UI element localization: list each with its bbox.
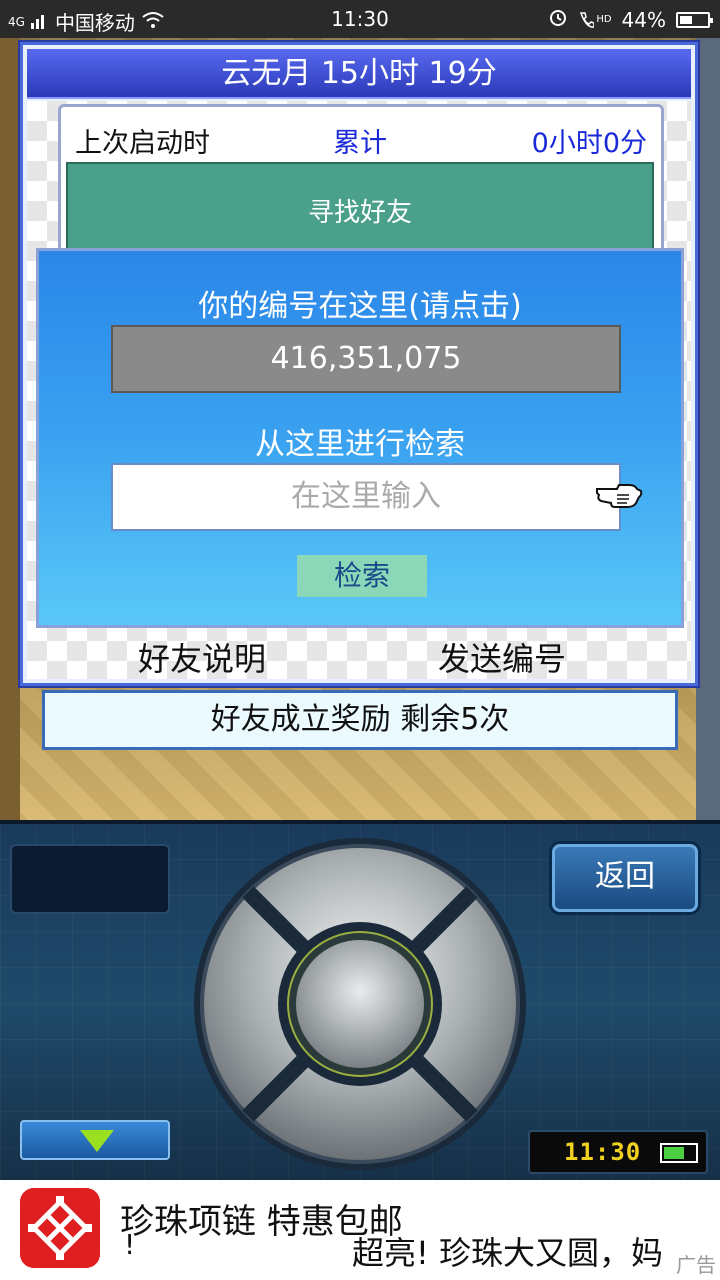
last-start-label: 上次启动时 (75, 128, 210, 159)
call-hd-icon: HD (578, 11, 612, 29)
alarm-icon (548, 7, 568, 32)
back-button[interactable]: 返回 (552, 844, 698, 912)
friend-id-input[interactable]: 在这里输入 (111, 463, 621, 531)
ad-banner[interactable]: 珍珠项链 特惠包邮 ! 超亮! 珍珠大又圆，妈 广告 (0, 1180, 720, 1280)
ad-label: 广告 (676, 1253, 716, 1277)
battery-percent: 44% (621, 7, 666, 32)
game-battery-icon (660, 1143, 698, 1163)
scene-right-edge (696, 38, 720, 820)
volte-label: HD (596, 14, 612, 25)
pointing-hand-icon (595, 477, 643, 511)
info-row: 上次启动时 累计 0小时0分 (75, 121, 647, 159)
control-panel: 返回 11:30 (0, 820, 720, 1180)
game-clock: 11:30 (528, 1130, 708, 1174)
total-value: 0小时0分 (531, 128, 647, 159)
my-id-button[interactable]: 416,351,075 (111, 325, 621, 393)
ad-subline: 超亮! 珍珠大又圆，妈 (352, 1234, 664, 1272)
friend-reward-bar: 好友成立奖励 剩余5次 (42, 690, 678, 750)
status-time: 11:30 (331, 7, 389, 31)
search-title: 从这里进行检索 (255, 427, 465, 462)
ad-headline-end: ! (124, 1228, 136, 1261)
scroll-down-button[interactable] (20, 1120, 170, 1160)
battery-icon (676, 11, 713, 28)
id-panel: 你的编号在这里(请点击) 416,351,075 从这里进行检索 在这里输入 检… (36, 248, 684, 628)
find-friend-button[interactable]: 寻找好友 (66, 162, 654, 256)
dialog-links: 好友说明 发送编号 (20, 632, 698, 682)
id-panel-title: 你的编号在这里(请点击) (198, 289, 522, 324)
arrow-down-icon (80, 1130, 114, 1152)
status-bar: 4G 中国移动 11:30 HD 44% (0, 0, 720, 38)
search-button[interactable]: 检索 (297, 555, 427, 597)
info-screen (10, 844, 170, 914)
app-logo-icon (20, 1188, 100, 1268)
dialog-title: 云无月 15小时 19分 (27, 49, 691, 99)
scene-left-edge (0, 38, 20, 820)
send-id-link[interactable]: 发送编号 (438, 634, 566, 680)
game-clock-time: 11:30 (564, 1138, 642, 1166)
friend-help-link[interactable]: 好友说明 (138, 634, 266, 680)
total-label: 累计 (333, 128, 387, 159)
dpad[interactable] (190, 834, 530, 1174)
